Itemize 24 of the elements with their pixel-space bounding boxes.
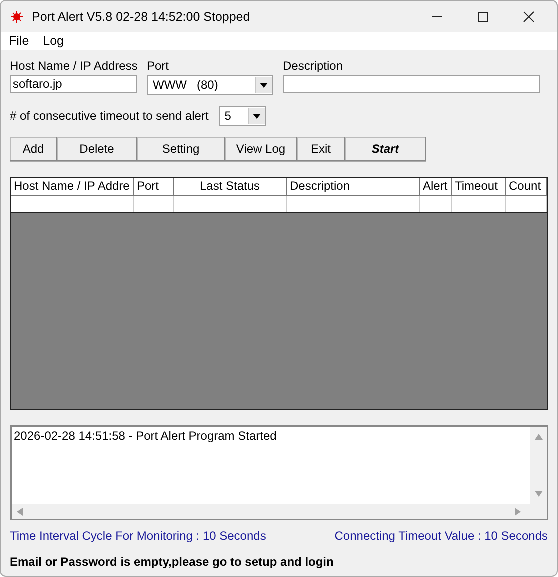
toolbar-button[interactable]: Delete xyxy=(57,137,137,161)
warning-message: Email or Password is empty,please go to setup and login xyxy=(10,555,335,569)
menu-item[interactable]: File xyxy=(9,34,30,48)
toolbar-button[interactable]: Exit xyxy=(297,137,345,161)
toolbar-button[interactable]: Setting xyxy=(137,137,225,161)
timeout-alert-label: # of consecutive timeout to send alert xyxy=(10,109,209,123)
window-title: Port Alert V5.8 02-28 14:52:00 Stopped xyxy=(32,10,250,24)
host-field[interactable]: softaro.jp xyxy=(10,75,137,93)
host-label: Host Name / IP Address xyxy=(10,59,137,73)
description-label: Description xyxy=(283,59,344,73)
toolbar-button[interactable]: Start xyxy=(345,137,426,161)
description-field[interactable] xyxy=(283,75,540,93)
toolbar-button[interactable]: View Log xyxy=(225,137,297,161)
app-icon xyxy=(11,10,23,22)
maximize-icon[interactable] xyxy=(477,10,489,22)
port-label: Port xyxy=(147,59,170,73)
toolbar-button[interactable]: Add xyxy=(10,137,57,161)
timeout-dropdown[interactable]: 5 xyxy=(218,106,266,126)
timeout-text: Connecting Timeout Value : 10 Seconds xyxy=(334,529,548,543)
port-dropdown[interactable]: WWW (80) xyxy=(147,75,273,95)
log-line: 2026-02-28 14:51:58 - Port Alert Program Started xyxy=(14,429,278,443)
interval-text: Time Interval Cycle For Monitoring : 10 Seconds xyxy=(10,529,266,543)
close-icon[interactable] xyxy=(523,10,535,22)
menu-item[interactable]: Log xyxy=(43,34,64,48)
